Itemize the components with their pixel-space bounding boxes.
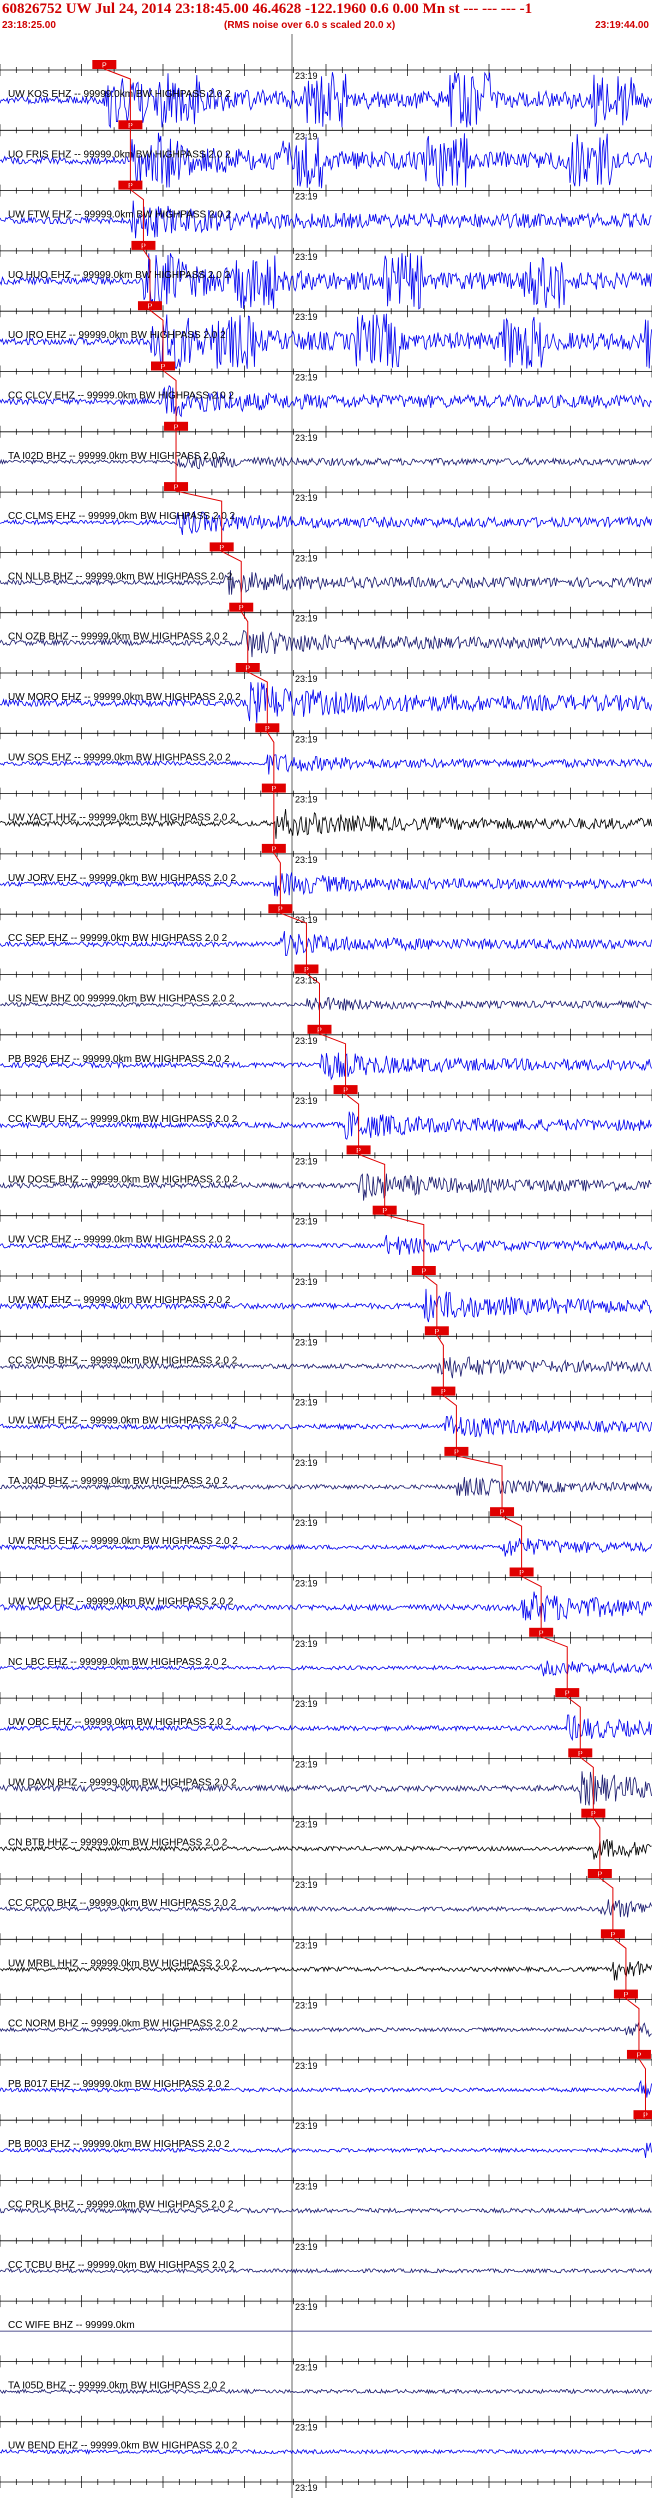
minute-marker-label: 23:19 xyxy=(295,976,318,986)
minute-marker-label: 23:19 xyxy=(295,2483,318,2493)
minute-marker-label: 23:19 xyxy=(295,493,318,503)
station-label: UW FTW EHZ -- 99999.0km BW HIGHPASS 2.0 … xyxy=(8,210,232,221)
minute-marker-label: 23:19 xyxy=(295,2182,318,2192)
minute-marker-label: 23:19 xyxy=(295,1398,318,1408)
minute-marker-label: 23:19 xyxy=(295,2362,318,2372)
waveform-trace xyxy=(0,132,652,189)
waveform-trace xyxy=(0,253,652,310)
station-label: UW SOS EHZ -- 99999.0km BW HIGHPASS 2.0 … xyxy=(8,752,231,763)
station-label: UW DAVN BHZ -- 99999.0km BW HIGHPASS 2.0… xyxy=(8,1777,237,1788)
station-label: CC CPCO BHZ -- 99999.0km BW HIGHPASS 2.0… xyxy=(8,1898,237,1909)
minute-marker-label: 23:19 xyxy=(295,1337,318,1347)
minute-marker-label: 23:19 xyxy=(295,71,318,81)
minute-marker-label: 23:19 xyxy=(295,252,318,262)
minute-marker-label: 23:19 xyxy=(295,1096,318,1106)
minute-marker-label: 23:19 xyxy=(295,1217,318,1227)
station-label: TA J04D BHZ -- 99999.0km BW HIGHPASS 2.0… xyxy=(8,1476,228,1487)
station-label: US NEW BHZ 00 99999.0km BW HIGHPASS 2.0 … xyxy=(8,994,235,1005)
station-label: CC NORM BHZ -- 99999.0km BW HIGHPASS 2.0… xyxy=(8,2019,238,2030)
minute-marker-label: 23:19 xyxy=(295,2242,318,2252)
minute-marker-label: 23:19 xyxy=(295,734,318,744)
minute-marker-label: 23:19 xyxy=(295,1518,318,1528)
minute-marker-label: 23:19 xyxy=(295,373,318,383)
minute-marker-label: 23:19 xyxy=(295,1880,318,1890)
minute-marker-label: 23:19 xyxy=(295,2061,318,2071)
minute-marker-label: 23:19 xyxy=(295,1036,318,1046)
station-label: UW RRHS EHZ -- 99999.0km BW HIGHPASS 2.0… xyxy=(8,1536,238,1547)
minute-marker-label: 23:19 xyxy=(295,553,318,563)
minute-marker-label: 23:19 xyxy=(295,2423,318,2433)
station-label: UW KOS EHZ -- 99999.0km BW HIGHPASS 2.0 … xyxy=(8,89,231,100)
station-label: TA I05D BHZ -- 99999.0km BW HIGHPASS 2.0… xyxy=(8,2380,226,2391)
minute-marker-label: 23:19 xyxy=(295,2121,318,2131)
seismogram-plot: 23:19 UW KOS EHZ -- 99999.0km BW HIGHPASS… xyxy=(0,34,652,2498)
station-label: UW OBC EHZ -- 99999.0km BW HIGHPASS 2.0 … xyxy=(8,1717,232,1728)
minute-marker-label: 23:19 xyxy=(295,192,318,202)
station-label: CC TCBU BHZ -- 99999.0km BW HIGHPASS 2.0… xyxy=(8,2260,235,2271)
minute-marker-label: 23:19 xyxy=(295,1458,318,1468)
minute-marker-label: 23:19 xyxy=(295,674,318,684)
minute-marker-label: 23:19 xyxy=(295,2001,318,2011)
station-label: UO IRO EHZ -- 99999.0km BW HIGHPASS 2.0 … xyxy=(8,330,226,341)
minute-marker-label: 23:19 xyxy=(295,1940,318,1950)
station-label: UW DOSE BHZ -- 99999.0km BW HIGHPASS 2.0… xyxy=(8,1174,238,1185)
station-label: UO FRIS EHZ -- 99999.0km BW HIGHPASS 2.0… xyxy=(8,149,231,160)
station-label: CN BTB HHZ -- 99999.0km BW HIGHPASS 2.0 … xyxy=(8,1838,228,1849)
minute-marker-label: 23:19 xyxy=(295,795,318,805)
station-label: NC LBC EHZ -- 99999.0km BW HIGHPASS 2.0 … xyxy=(8,1657,227,1668)
station-label: CC SWNB BHZ -- 99999.0km BW HIGHPASS 2.0… xyxy=(8,1355,238,1366)
station-label: CC CLCV EHZ -- 99999.0km BW HIGHPASS 2.0… xyxy=(8,391,234,402)
station-label: CN NLLB BHZ -- 99999.0km BW HIGHPASS 2.0… xyxy=(8,571,233,582)
minute-marker-label: 23:19 xyxy=(295,614,318,624)
minute-marker-label: 23:19 xyxy=(295,2302,318,2312)
station-label: UO HUO EHZ -- 99999.0km BW HIGHPASS 2.0 … xyxy=(8,270,231,281)
station-label: UW WAT EHZ -- 99999.0km BW HIGHPASS 2.0 … xyxy=(8,1295,231,1306)
minute-marker-label: 23:19 xyxy=(295,1579,318,1589)
station-label: UW VCR EHZ -- 99999.0km BW HIGHPASS 2.0 … xyxy=(8,1235,231,1246)
station-label: CC SEP EHZ -- 99999.0km BW HIGHPASS 2.0 … xyxy=(8,933,228,944)
station-label: UW JORV EHZ -- 99999.0km BW HIGHPASS 2.0… xyxy=(8,873,236,884)
minute-marker-label: 23:19 xyxy=(295,1820,318,1830)
minute-marker-label: 23:19 xyxy=(295,855,318,865)
minute-marker-label: 23:19 xyxy=(295,1156,318,1166)
station-label: UW BEND EHZ -- 99999.0km BW HIGHPASS 2.0… xyxy=(8,2441,238,2452)
minute-marker-label: 23:19 xyxy=(295,312,318,322)
station-label: CC PRLK BHZ -- 99999.0km BW HIGHPASS 2.0… xyxy=(8,2200,234,2211)
station-label: CC CLMS EHZ -- 99999.0km BW HIGHPASS 2.0… xyxy=(8,511,236,522)
station-label: UW YACT HHZ -- 99999.0km BW HIGHPASS 2.0… xyxy=(8,813,236,824)
station-label: PB B017 EHZ -- 99999.0km BW HIGHPASS 2.0… xyxy=(8,2079,230,2090)
minute-marker-label: 23:19 xyxy=(295,1699,318,1709)
station-label: TA I02D BHZ -- 99999.0km BW HIGHPASS 2.0… xyxy=(8,451,226,462)
station-label: UW MRBL HHZ -- 99999.0km BW HIGHPASS 2.0… xyxy=(8,1958,238,1969)
station-label: CC WIFE BHZ -- 99999.0km xyxy=(8,2320,135,2331)
station-label: UW LWFH EHZ -- 99999.0km BW HIGHPASS 2.0… xyxy=(8,1416,238,1427)
station-label: PB B926 EHZ -- 99999.0km BW HIGHPASS 2.0… xyxy=(8,1054,230,1065)
minute-marker-label: 23:19 xyxy=(295,1639,318,1649)
station-label: PB B003 EHZ -- 99999.0km BW HIGHPASS 2.0… xyxy=(8,2139,230,2150)
minute-marker-label: 23:19 xyxy=(295,1759,318,1769)
station-label: UW MORO EHZ -- 99999.0km BW HIGHPASS 2.0… xyxy=(8,692,241,703)
pick-label: P xyxy=(102,63,107,70)
minute-marker-label: 23:19 xyxy=(295,433,318,443)
station-label: CN OZB BHZ -- 99999.0km BW HIGHPASS 2.0 … xyxy=(8,632,228,643)
station-label: CC KWBU EHZ -- 99999.0km BW HIGHPASS 2.0… xyxy=(8,1114,238,1125)
minute-marker-label: 23:19 xyxy=(295,1277,318,1287)
station-label: UW WPO EHZ -- 99999.0km BW HIGHPASS 2.0 … xyxy=(8,1597,234,1608)
